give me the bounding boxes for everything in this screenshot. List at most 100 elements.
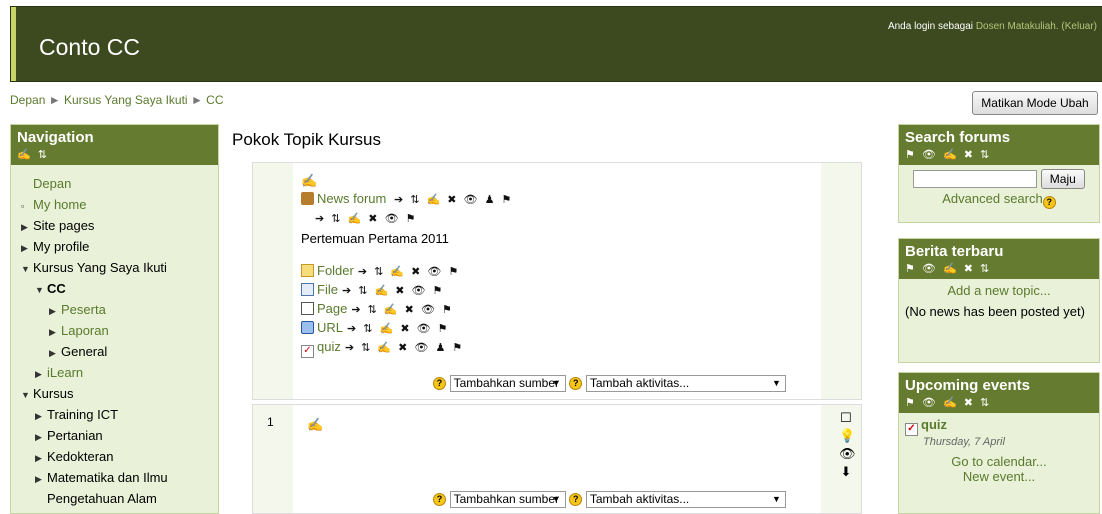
add-resource-select[interactable]: Tambahkan sumber ▼	[449, 375, 566, 392]
section-side-controls: ☐ 💡 👁 ⬇	[839, 409, 856, 481]
advanced-search-link[interactable]: Advanced search	[942, 191, 1042, 206]
event-link[interactable]: quiz	[921, 417, 947, 432]
activity-link[interactable]: File	[317, 282, 338, 297]
sidebar-item[interactable]: ▶ iLearn	[11, 362, 218, 383]
tree-marker-icon[interactable]: ▶	[49, 322, 61, 343]
activity-edit-tools[interactable]: ➔ ⇅ ✍ ✖ 👁 ⚑	[351, 304, 453, 316]
move-down-icon[interactable]: ⬇	[839, 463, 853, 481]
site-title[interactable]: Conto CC	[39, 34, 140, 61]
block-controls[interactable]: ⚑ 👁 ✍ ✖ ⇅	[905, 149, 991, 161]
tree-marker-icon[interactable]: ▶	[21, 217, 33, 238]
activity-link[interactable]: Page	[317, 301, 347, 316]
activity-edit-tools[interactable]: ➔ ⇅ ✍ ✖ 👁 ♟ ⚑	[394, 194, 513, 206]
tree-marker-icon[interactable]: ▶	[35, 469, 47, 490]
login-user-link[interactable]: Dosen Matakuliah.	[976, 21, 1059, 32]
add-controls: ? Tambahkan sumber ▼ ? Tambah aktivitas..…	[433, 488, 786, 508]
sidebar-item[interactable]: ▶ Training ICT	[11, 404, 218, 425]
breadcrumb-course[interactable]: CC	[206, 93, 223, 107]
upcoming-events-title: Upcoming events	[905, 377, 1031, 394]
forum-icon	[301, 192, 314, 205]
activity-item[interactable]: Folder ➔ ⇅ ✍ ✖ 👁 ⚑	[301, 263, 460, 278]
sidebar-item[interactable]: ▶ General	[11, 341, 218, 362]
news-forum-activity[interactable]: News forum ➔ ⇅ ✍ ✖ 👁 ♟ ⚑	[301, 191, 513, 206]
tree-marker-icon[interactable]: ▶	[49, 343, 61, 364]
add-resource-select[interactable]: Tambahkan sumber ▼	[449, 491, 566, 508]
sidebar-item[interactable]: ▶ Laporan	[11, 320, 218, 341]
sidebar-item[interactable]: ▼ Kursus Yang Saya Ikuti	[11, 257, 218, 278]
add-activity-select[interactable]: Tambah aktivitas... ▼	[585, 491, 786, 508]
tree-marker-icon[interactable]: ▶	[35, 448, 47, 469]
news-forum-link[interactable]: News forum	[317, 191, 386, 206]
tree-marker-icon[interactable]: ▶	[35, 364, 47, 385]
help-icon[interactable]: ?	[433, 377, 446, 390]
quiz-icon: ✓	[301, 345, 314, 358]
activity-edit-tools[interactable]: ➔ ⇅ ✍ ✖ 👁 ♟ ⚑	[345, 342, 464, 354]
sidebar-item[interactable]: ▶ My profile	[11, 236, 218, 257]
section-edit-tools[interactable]: ➔ ⇅ ✍ ✖ 👁 ⚑	[311, 210, 417, 225]
tree-marker-icon[interactable]: ▶	[49, 301, 61, 322]
tree-marker-icon[interactable]: ▶	[35, 406, 47, 427]
new-event-link[interactable]: New event...	[905, 469, 1093, 484]
breadcrumb-separator: ►	[48, 93, 61, 107]
url-icon	[301, 321, 314, 334]
logout-link[interactable]: (Keluar)	[1061, 21, 1097, 32]
event-item[interactable]: ✓ quiz	[905, 417, 1093, 436]
edit-summary-icon[interactable]: ✍	[307, 417, 323, 433]
block-controls[interactable]: ⚑ 👁 ✍ ✖ ⇅	[905, 263, 991, 275]
activity-link[interactable]: Folder	[317, 263, 354, 278]
tree-marker-icon[interactable]: ▫	[21, 196, 33, 217]
help-icon[interactable]: ?	[569, 377, 583, 390]
search-forums-input[interactable]	[913, 170, 1038, 188]
sidebar-item[interactable]: Depan	[11, 173, 218, 194]
add-topic-link[interactable]: Add a new topic...	[905, 283, 1093, 298]
sidebar-item[interactable]: ▼ CC	[11, 278, 218, 299]
breadcrumb-my-courses[interactable]: Kursus Yang Saya Ikuti	[64, 93, 188, 107]
sidebar-item[interactable]: ▫ My home	[11, 194, 218, 215]
tree-marker-icon[interactable]: ▼	[21, 385, 33, 406]
sidebar-item[interactable]: ▶ Pertanian	[11, 425, 218, 446]
breadcrumb-home[interactable]: Depan	[10, 93, 45, 107]
edit-summary-icon[interactable]: ✍	[301, 173, 317, 189]
help-icon[interactable]: ?	[433, 493, 446, 506]
activity-edit-tools[interactable]: ➔ ⇅ ✍ ✖ 👁 ⚑	[358, 266, 460, 278]
sidebar-item-label: My profile	[33, 239, 90, 254]
sidebar-item[interactable]: Pengetahuan Alam	[11, 488, 218, 509]
activity-item[interactable]: URL ➔ ⇅ ✍ ✖ 👁 ⚑	[301, 320, 449, 335]
activity-item[interactable]: Page ➔ ⇅ ✍ ✖ 👁 ⚑	[301, 301, 454, 316]
sidebar-item-label: CC	[47, 281, 66, 296]
activity-link[interactable]: quiz	[317, 339, 341, 354]
tree-marker-icon[interactable]: ▶	[35, 427, 47, 448]
sidebar-item[interactable]: ▼ Kursus	[11, 383, 218, 404]
folder-icon	[301, 264, 314, 277]
block-controls[interactable]: ✍ ⇅	[17, 149, 49, 161]
eye-icon[interactable]: 👁	[839, 445, 856, 463]
sidebar-item-label: Pertanian	[47, 428, 103, 443]
tree-marker-icon[interactable]: ▼	[21, 259, 33, 280]
tree-marker-icon[interactable]: ▼	[35, 280, 47, 301]
help-icon[interactable]: ?	[569, 493, 583, 506]
search-forums-header: Search forums ⚑ 👁 ✍ ✖ ⇅	[899, 125, 1099, 165]
tree-marker-icon[interactable]: ▶	[21, 238, 33, 259]
activity-edit-tools[interactable]: ➔ ⇅ ✍ ✖ 👁 ⚑	[347, 323, 449, 335]
help-icon[interactable]: ?	[1042, 196, 1056, 209]
page-header: Conto CC Anda login sebagai Dosen Mataku…	[10, 6, 1102, 82]
sidebar-item[interactable]: ▶ Kedokteran	[11, 446, 218, 467]
toggle-edit-mode-button[interactable]: Matikan Mode Ubah	[972, 91, 1098, 115]
highlight-icon[interactable]: ☐	[839, 409, 853, 427]
search-go-button[interactable]: Maju	[1040, 169, 1085, 189]
latest-news-title: Berita terbaru	[905, 243, 1004, 260]
sidebar-item-label: General	[61, 344, 108, 359]
activity-item[interactable]: ✓ quiz ➔ ⇅ ✍ ✖ 👁 ♟ ⚑	[301, 339, 464, 358]
add-activity-select[interactable]: Tambah aktivitas... ▼	[585, 375, 786, 392]
upcoming-events-header: Upcoming events ⚑ 👁 ✍ ✖ ⇅	[899, 373, 1099, 413]
block-controls[interactable]: ⚑ 👁 ✍ ✖ ⇅	[905, 397, 991, 409]
sidebar-item[interactable]: ▶ Peserta	[11, 299, 218, 320]
activity-item[interactable]: File ➔ ⇅ ✍ ✖ 👁 ⚑	[301, 282, 444, 297]
go-to-calendar-link[interactable]: Go to calendar...	[905, 454, 1093, 469]
activity-edit-tools[interactable]: ➔ ⇅ ✍ ✖ 👁 ⚑	[342, 285, 444, 297]
sidebar-item[interactable]: ▶ Matematika dan Ilmu	[11, 467, 218, 488]
lightbulb-icon[interactable]: 💡	[839, 427, 855, 445]
activity-link[interactable]: URL	[317, 320, 343, 335]
navigation-block: Navigation ✍ ⇅ Depan ▫ My home ▶ Site pages ▶…	[10, 124, 219, 514]
sidebar-item[interactable]: ▶ Site pages	[11, 215, 218, 236]
